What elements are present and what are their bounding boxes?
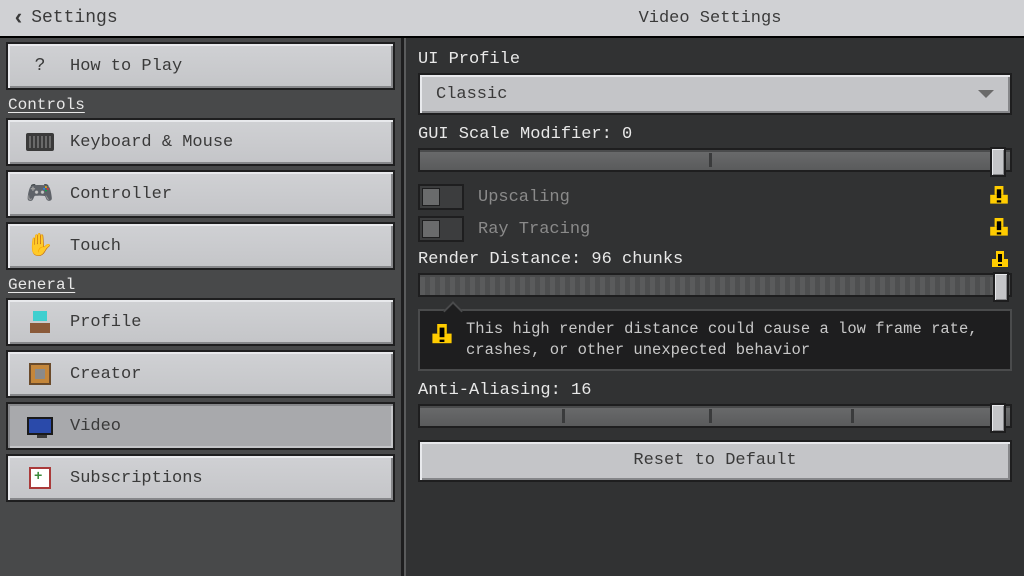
controller-icon: 🎮 (22, 180, 58, 208)
section-controls: Controls (0, 92, 401, 116)
upscaling-label: Upscaling (478, 188, 570, 207)
sidebar-item-label: Keyboard & Mouse (70, 133, 233, 152)
ray-tracing-row: Ray Tracing (418, 216, 1012, 242)
chevron-left-icon: ‹ (12, 6, 25, 31)
warning-icon (432, 324, 454, 355)
anti-aliasing-label: Anti-Aliasing: 16 (418, 381, 1012, 400)
sidebar-item-how-to-play[interactable]: ? How to Play (6, 42, 395, 90)
sidebar-item-touch[interactable]: ✋ Touch (6, 222, 395, 270)
warning-icon (990, 186, 1008, 208)
upscaling-toggle[interactable] (418, 184, 464, 210)
subscriptions-icon (22, 464, 58, 492)
sidebar-item-video[interactable]: Video (6, 402, 395, 450)
sidebar-item-controller[interactable]: 🎮 Controller (6, 170, 395, 218)
sidebar-item-subscriptions[interactable]: Subscriptions (6, 454, 395, 502)
reset-label: Reset to Default (633, 451, 796, 470)
chevron-down-icon (978, 90, 994, 98)
gui-scale-slider[interactable] (418, 148, 1012, 172)
gui-scale-label: GUI Scale Modifier: 0 (418, 125, 1012, 144)
warning-text: This high render distance could cause a … (466, 319, 998, 361)
sidebar-item-label: Creator (70, 365, 141, 384)
header-bar: ‹ Settings Video Settings (0, 0, 1024, 38)
touch-icon: ✋ (22, 232, 58, 260)
ray-tracing-toggle[interactable] (418, 216, 464, 242)
section-general: General (0, 272, 401, 296)
render-distance-label: Render Distance: 96 chunks (418, 250, 1012, 269)
back-label: Settings (31, 8, 117, 28)
back-button[interactable]: ‹ Settings (0, 6, 130, 31)
slider-thumb[interactable] (990, 147, 1006, 177)
ui-profile-label: UI Profile (418, 50, 1012, 69)
help-icon: ? (22, 52, 58, 80)
sidebar-item-label: How to Play (70, 57, 182, 76)
page-title: Video Settings (560, 9, 860, 28)
sidebar-item-creator[interactable]: Creator (6, 350, 395, 398)
sidebar: ? How to Play Controls Keyboard & Mouse … (0, 38, 404, 576)
creator-icon (22, 360, 58, 388)
dropdown-value: Classic (436, 85, 507, 104)
sidebar-item-label: Subscriptions (70, 469, 203, 488)
profile-icon (22, 308, 58, 336)
keyboard-icon (22, 128, 58, 156)
slider-thumb[interactable] (990, 403, 1006, 433)
warning-icon (990, 218, 1008, 240)
slider-thumb[interactable] (993, 272, 1009, 302)
sidebar-item-label: Touch (70, 237, 121, 256)
ray-tracing-label: Ray Tracing (478, 220, 590, 239)
render-distance-warning: This high render distance could cause a … (418, 309, 1012, 371)
anti-aliasing-slider[interactable] (418, 404, 1012, 428)
video-icon (22, 412, 58, 440)
sidebar-item-label: Profile (70, 313, 141, 332)
upscaling-row: Upscaling (418, 184, 1012, 210)
settings-panel: UI Profile Classic GUI Scale Modifier: 0… (404, 38, 1024, 576)
sidebar-item-label: Controller (70, 185, 172, 204)
sidebar-item-profile[interactable]: Profile (6, 298, 395, 346)
render-distance-slider[interactable] (418, 273, 1012, 297)
sidebar-item-label: Video (70, 417, 121, 436)
sidebar-item-keyboard-mouse[interactable]: Keyboard & Mouse (6, 118, 395, 166)
ui-profile-dropdown[interactable]: Classic (418, 73, 1012, 115)
reset-to-default-button[interactable]: Reset to Default (418, 440, 1012, 482)
